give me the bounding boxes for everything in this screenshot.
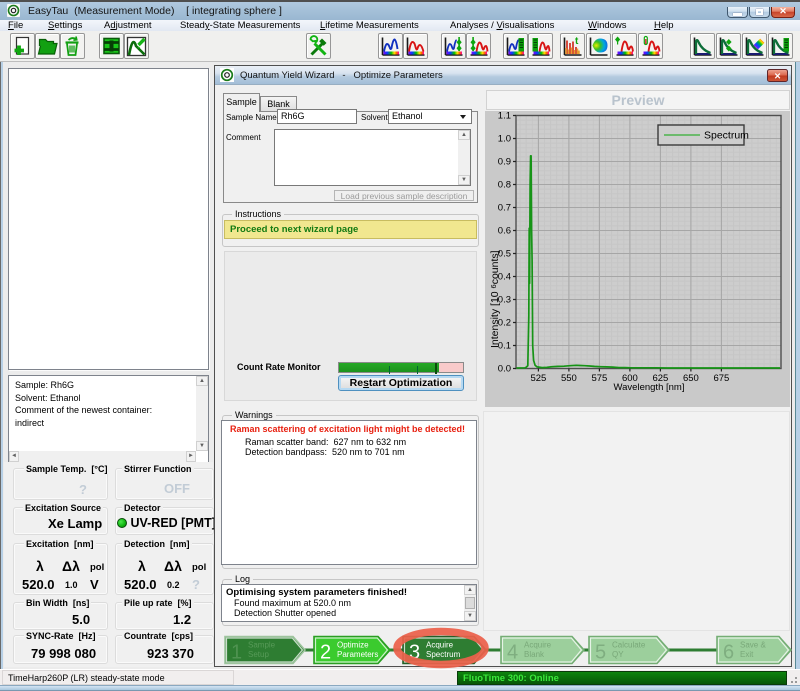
svg-text:Save &: Save & <box>740 641 766 650</box>
svg-text:Spectrum: Spectrum <box>704 130 749 142</box>
svg-text:4: 4 <box>507 642 518 664</box>
svg-text:650: 650 <box>683 373 699 384</box>
svg-text:1: 1 <box>231 642 242 664</box>
svg-text:1.0: 1.0 <box>498 134 511 145</box>
svg-text:Parameters: Parameters <box>337 650 378 659</box>
svg-text:5: 5 <box>595 642 606 664</box>
svg-text:Intensity [10 6counts]: Intensity [10 6counts] <box>489 250 501 348</box>
svg-text:Sample: Sample <box>248 641 276 650</box>
svg-text:Setup: Setup <box>248 650 269 659</box>
svg-text:575: 575 <box>591 373 607 384</box>
svg-text:Blank: Blank <box>524 650 545 659</box>
svg-text:t: t <box>575 36 579 47</box>
svg-text:Optimize: Optimize <box>337 641 369 650</box>
svg-text:1.1: 1.1 <box>498 111 511 122</box>
svg-text:QY: QY <box>612 650 624 659</box>
svg-text:0.0: 0.0 <box>498 364 511 375</box>
svg-text:Exit: Exit <box>740 650 754 659</box>
svg-text:Calculate: Calculate <box>612 641 646 650</box>
svg-text:Wavelength [nm]: Wavelength [nm] <box>614 382 685 393</box>
svg-text:6: 6 <box>723 642 734 664</box>
svg-text:0.9: 0.9 <box>498 157 511 168</box>
svg-text:675: 675 <box>713 373 729 384</box>
svg-text:0.6: 0.6 <box>498 226 511 237</box>
svg-text:2: 2 <box>320 642 331 664</box>
svg-text:0.7: 0.7 <box>498 203 511 214</box>
svg-text:0.8: 0.8 <box>498 180 511 191</box>
svg-text:525: 525 <box>530 373 546 384</box>
svg-text:Acquire: Acquire <box>524 641 552 650</box>
svg-text:550: 550 <box>561 373 577 384</box>
